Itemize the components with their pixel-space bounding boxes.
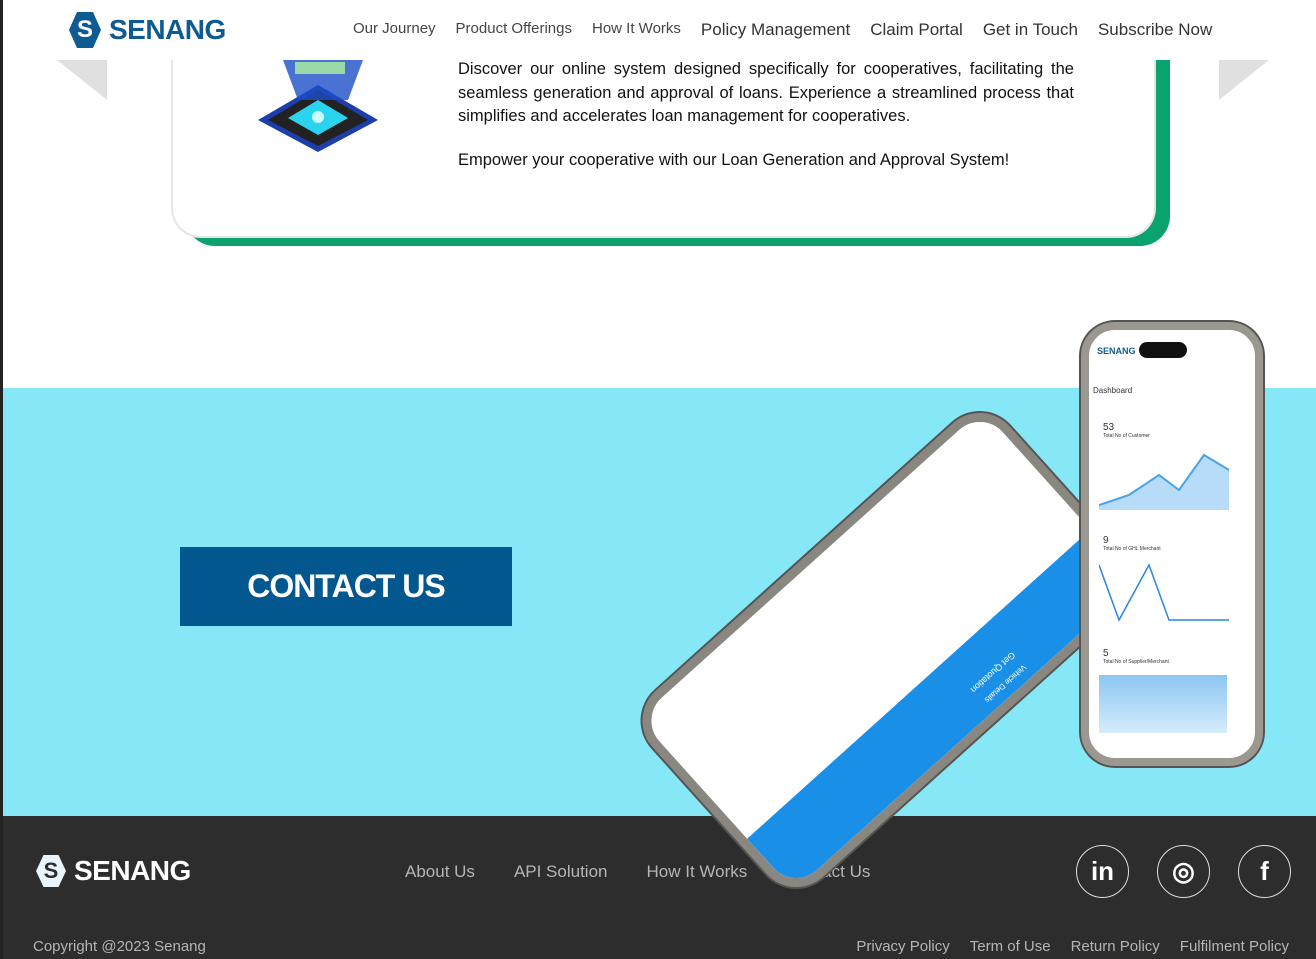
carousel-prev-arrow-icon[interactable] xyxy=(57,60,107,100)
legal-links: Privacy Policy Term of Use Return Policy… xyxy=(856,938,1289,955)
phone-logo: SENANG xyxy=(1097,346,1136,356)
footer-link-api-solution[interactable]: API Solution xyxy=(514,862,608,882)
nav-policy-management[interactable]: Policy Management xyxy=(701,20,850,40)
logo-text: SENANG xyxy=(74,855,191,886)
stat-label: Total No of GHL Merchant xyxy=(1103,546,1161,552)
stat-value: 53 xyxy=(1103,422,1115,433)
fulfilment-policy-link[interactable]: Fulfilment Policy xyxy=(1180,938,1289,955)
nav-our-journey[interactable]: Our Journey xyxy=(353,20,436,40)
footer-link-how-it-works[interactable]: How It Works xyxy=(647,862,748,882)
copyright: Copyright @2023 Senang xyxy=(33,938,206,955)
privacy-policy-link[interactable]: Privacy Policy xyxy=(856,938,949,955)
phone-mockup-dashboard: SENANG Dashboard 53 Total No of Customer … xyxy=(1081,322,1263,766)
stat-chart xyxy=(1099,453,1230,510)
term-of-use-link[interactable]: Term of Use xyxy=(970,938,1051,955)
logo[interactable]: S SENANG xyxy=(69,12,226,48)
logo-icon: S xyxy=(36,855,66,887)
carousel-next-arrow-icon[interactable] xyxy=(1219,60,1269,100)
footer-link-about-us[interactable]: About Us xyxy=(405,862,475,882)
nav-claim-portal[interactable]: Claim Portal xyxy=(870,20,963,40)
nav-get-in-touch[interactable]: Get in Touch xyxy=(983,20,1078,40)
linkedin-icon[interactable]: in xyxy=(1076,845,1129,898)
phone-notch xyxy=(1139,342,1187,358)
footer-logo[interactable]: S SENANG xyxy=(36,855,191,887)
card-text: Discover our online system designed spec… xyxy=(458,58,1074,172)
nav-subscribe-now[interactable]: Subscribe Now xyxy=(1098,20,1212,40)
stat-value: 5 xyxy=(1103,648,1109,659)
stat-label: Total No of Supplier/Merchant xyxy=(1103,659,1169,665)
card-paragraph: Discover our online system designed spec… xyxy=(458,60,1074,125)
stat-value: 9 xyxy=(1103,535,1109,546)
chip-illustration xyxy=(258,60,378,152)
stat-label: Total No of Customer xyxy=(1103,433,1150,439)
header: S SENANG Our Journey Product Offerings H… xyxy=(3,0,1316,60)
stat-chart xyxy=(1099,563,1229,622)
contact-us-button[interactable]: CONTACT US xyxy=(180,547,512,626)
nav-how-it-works[interactable]: How It Works xyxy=(592,20,681,40)
return-policy-link[interactable]: Return Policy xyxy=(1071,938,1160,955)
stat-chart xyxy=(1099,675,1227,733)
nav-product-offerings[interactable]: Product Offerings xyxy=(456,20,572,40)
facebook-icon[interactable]: f xyxy=(1238,845,1291,898)
logo-icon: S xyxy=(69,12,101,48)
phone-dashboard-title: Dashboard xyxy=(1093,386,1133,395)
logo-text: SENANG xyxy=(109,14,226,45)
instagram-icon[interactable]: ◎ xyxy=(1157,845,1210,898)
main-nav: Our Journey Product Offerings How It Wor… xyxy=(353,20,1212,40)
card-paragraph: Empower your cooperative with our Loan G… xyxy=(458,150,1010,169)
